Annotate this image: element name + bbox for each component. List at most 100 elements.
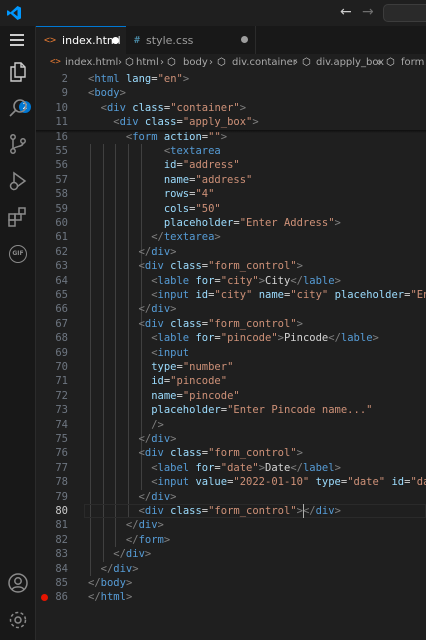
code-token: for <box>195 332 215 345</box>
code-line[interactable]: 59 cols="50" <box>36 202 426 216</box>
element-icon: ⬡ <box>302 57 311 68</box>
arrow-right-icon[interactable]: → <box>362 4 374 20</box>
breadcrumb-item[interactable]: div.container <box>232 57 297 68</box>
breadcrumb-item[interactable]: form <box>401 57 424 68</box>
code-line[interactable]: 81 </div> <box>36 518 426 532</box>
breadcrumb-item[interactable]: div.apply_box <box>316 57 384 68</box>
code-line[interactable]: 60 placeholder="Enter Address"> <box>36 216 426 230</box>
code-line[interactable]: 65 <input id="city" name="city" placehold… <box>36 288 426 302</box>
tab-index-html[interactable]: <> index.html <box>36 26 126 54</box>
code-text: <label for="date">Date</label> <box>151 461 341 475</box>
breadcrumb-item[interactable]: html <box>136 57 159 68</box>
code-editor[interactable]: 2 <html lang="en"> 9 <body> 10 <div class="co… <box>36 72 426 640</box>
code-text: <div class="form_control"></div> <box>139 504 341 518</box>
unsaved-dot-icon[interactable] <box>241 36 248 43</box>
code-text: placeholder="Enter Address"> <box>164 216 341 230</box>
code-token: div <box>151 433 171 445</box>
code-line[interactable]: 64 <lable for="city">City</lable> <box>36 274 426 288</box>
code-token: > <box>296 317 303 330</box>
code-line[interactable]: 57 name="address" <box>36 173 426 187</box>
code-token: div <box>106 101 126 114</box>
chevron-right-icon: › <box>294 57 298 68</box>
element-icon: ⬡ <box>386 57 395 68</box>
code-line[interactable]: 74 /> <box>36 418 426 432</box>
sticky-line[interactable]: 2 <html lang="en"> <box>36 72 426 86</box>
code-token: > <box>144 548 152 561</box>
code-line[interactable]: 63 <div class="form_control"> <box>36 259 426 273</box>
tab-style-css[interactable]: # style.css <box>126 26 256 54</box>
code-line[interactable]: 69 <input <box>36 346 426 360</box>
code-line[interactable]: 80 <div class="form_control"></div> <box>36 504 426 518</box>
code-line[interactable]: 75 </div> <box>36 432 426 446</box>
editor-tab-bar: <> index.html # style.css <box>36 26 426 54</box>
html-file-icon: <> <box>44 35 57 46</box>
code-line[interactable]: 55 <textarea <box>36 144 426 158</box>
code-line[interactable]: 82 </form> <box>36 533 426 547</box>
sticky-line[interactable]: 10 <div class="container"> <box>36 101 426 115</box>
code-token: </ <box>138 245 152 258</box>
breadcrumb-item[interactable]: body <box>183 57 208 68</box>
chevron-right-icon: › <box>160 57 164 68</box>
code-token: input <box>157 289 190 301</box>
code-line[interactable]: 67 <div class="form_control"> <box>36 317 426 331</box>
html-file-icon: <> <box>50 57 61 67</box>
gif-icon[interactable]: GIF <box>6 242 30 266</box>
files-icon[interactable] <box>6 60 30 84</box>
code-token: lable <box>302 274 335 287</box>
code-text: </div> <box>139 245 177 259</box>
code-line[interactable]: 79 </div> <box>36 490 426 504</box>
run-debug-icon[interactable] <box>6 169 30 193</box>
code-token: </ <box>88 577 101 589</box>
code-line[interactable]: 70 type="number" <box>36 360 426 374</box>
sticky-line[interactable]: 9 <body> <box>36 86 426 100</box>
code-line[interactable]: 56 id="address" <box>36 158 426 172</box>
sticky-line[interactable]: 11 <div class="apply_box"> <box>36 115 426 129</box>
code-line[interactable]: 62 </div> <box>36 245 426 259</box>
code-text: </div> <box>139 432 177 446</box>
code-line[interactable]: 77 <label for="date">Date</label> <box>36 461 426 475</box>
code-token: > <box>252 116 259 129</box>
code-text: </div> <box>139 302 177 316</box>
breadcrumb-item[interactable]: index.html <box>65 57 118 68</box>
extensions-icon[interactable] <box>6 205 30 229</box>
code-text: <div class="form_control"> <box>139 259 303 273</box>
code-line[interactable]: 84 </div> <box>36 562 426 576</box>
code-line[interactable]: 71 id="pincode" <box>36 374 426 388</box>
line-number: 82 <box>55 533 68 546</box>
code-line[interactable]: 83 </div> <box>36 547 426 561</box>
code-token: </ <box>100 562 114 575</box>
code-line[interactable]: 66 </div> <box>36 302 426 316</box>
source-control-icon[interactable] <box>6 132 30 156</box>
code-line[interactable]: 78 <input value="2022-01-10" type="date" … <box>36 475 426 489</box>
code-token: value <box>195 476 228 489</box>
code-token: div <box>144 317 164 330</box>
code-token: > <box>296 447 303 460</box>
code-text: </html> <box>88 590 132 604</box>
code-line[interactable]: 61 </textarea> <box>36 230 426 244</box>
code-line[interactable]: 85 </body> <box>36 576 426 590</box>
search-icon[interactable] <box>6 96 30 120</box>
code-text: </div> <box>139 490 177 504</box>
activity-bar-toggle[interactable] <box>10 34 24 46</box>
command-center-search[interactable] <box>383 4 426 22</box>
unsaved-dot-icon[interactable] <box>112 37 119 44</box>
line-number: 74 <box>55 418 68 431</box>
code-line[interactable]: 73 placeholder="Enter Pincode name..." <box>36 403 426 417</box>
code-line[interactable]: 58 rows="4" <box>36 187 426 201</box>
code-token: > <box>239 101 247 114</box>
code-line[interactable]: 72 name="pincode" <box>36 389 426 403</box>
gear-icon[interactable] <box>6 608 30 632</box>
code-token: placeholder <box>334 289 405 301</box>
code-token: input <box>157 346 190 359</box>
arrow-left-icon[interactable]: ← <box>340 4 352 20</box>
code-token: </ <box>125 519 139 532</box>
code-token: type <box>315 476 341 489</box>
code-token: id <box>195 289 209 301</box>
code-line[interactable]: 86 </html> <box>36 590 426 604</box>
code-token: </ <box>138 490 152 503</box>
account-icon[interactable] <box>6 571 30 595</box>
line-number: 63 <box>55 260 68 273</box>
code-line[interactable]: 68 <lable for="pincode">Pincode</lable> <box>36 331 426 345</box>
line-number: 76 <box>55 447 68 460</box>
code-line[interactable]: 76 <div class="form_control"> <box>36 446 426 460</box>
